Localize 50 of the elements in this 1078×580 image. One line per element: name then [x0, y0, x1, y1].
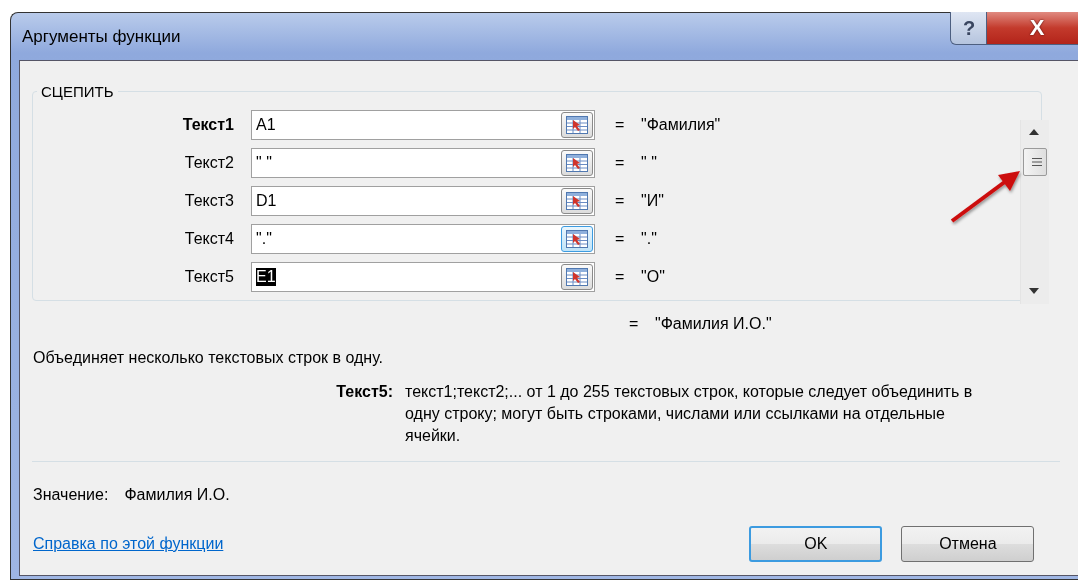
argument-description: текст1;текст2;... от 1 до 255 текстовых строк, которые следует объединить в одну строку; могут быть строками, числами или ссылками на отдельные ячейки.: [405, 382, 974, 446]
equals-sign: =: [615, 192, 626, 210]
range-select-icon: [566, 154, 588, 172]
range-select-button[interactable]: [561, 226, 593, 252]
argument-field[interactable]: " ": [251, 148, 595, 178]
equals-sign: =: [615, 154, 626, 172]
equals-sign: =: [615, 230, 626, 248]
annotation-arrow: [950, 171, 1020, 223]
scrollbar[interactable]: [1020, 120, 1049, 304]
equals-sign: =: [615, 268, 626, 286]
cancel-button[interactable]: Отмена: [901, 526, 1035, 562]
argument-result: ".": [641, 230, 657, 248]
result-value: "Фамилия И.О.": [655, 315, 772, 333]
range-select-icon: [566, 192, 588, 210]
help-button[interactable]: ?: [950, 12, 988, 45]
range-select-button[interactable]: [561, 264, 593, 290]
argument-label: Текст1: [181, 116, 235, 134]
range-select-icon: [566, 116, 588, 134]
function-name: СЦЕПИТЬ: [40, 83, 115, 100]
argument-label: Текст5: [183, 268, 235, 286]
range-select-icon: [566, 230, 588, 248]
ok-button[interactable]: OK: [749, 526, 883, 562]
argument-label: Текст3: [183, 192, 235, 210]
range-select-button[interactable]: [561, 188, 593, 214]
scroll-down-icon[interactable]: [1029, 288, 1039, 294]
value-label: Значение:: [33, 486, 109, 504]
range-select-icon: [566, 268, 588, 286]
argument-result: "Фамилия": [641, 116, 721, 134]
argument-label: Текст4: [183, 230, 235, 248]
grip-icon: [1032, 158, 1042, 166]
argument-field[interactable]: E1: [251, 262, 595, 292]
argument-result: "И": [641, 192, 664, 210]
scroll-up-icon[interactable]: [1029, 129, 1039, 135]
equals-sign: =: [629, 315, 640, 333]
argument-field[interactable]: ".": [251, 224, 595, 254]
close-button[interactable]: X: [986, 12, 1078, 45]
window-title: Аргументы функции: [22, 26, 181, 47]
argument-field[interactable]: A1: [251, 110, 595, 140]
function-description: Объединяет несколько текстовых строк в одну.: [33, 349, 384, 367]
argument-result: " ": [641, 154, 657, 172]
scroll-thumb[interactable]: [1023, 148, 1047, 176]
argument-label: Текст5:: [335, 383, 394, 402]
help-link[interactable]: Справка по этой функции: [33, 535, 224, 553]
value-text: Фамилия И.О.: [124, 486, 230, 504]
argument-result: "О": [641, 268, 665, 286]
range-select-button[interactable]: [561, 150, 593, 176]
argument-label: Текст2: [183, 154, 235, 172]
range-select-button[interactable]: [561, 112, 593, 138]
equals-sign: =: [615, 116, 626, 134]
argument-field[interactable]: D1: [251, 186, 595, 216]
